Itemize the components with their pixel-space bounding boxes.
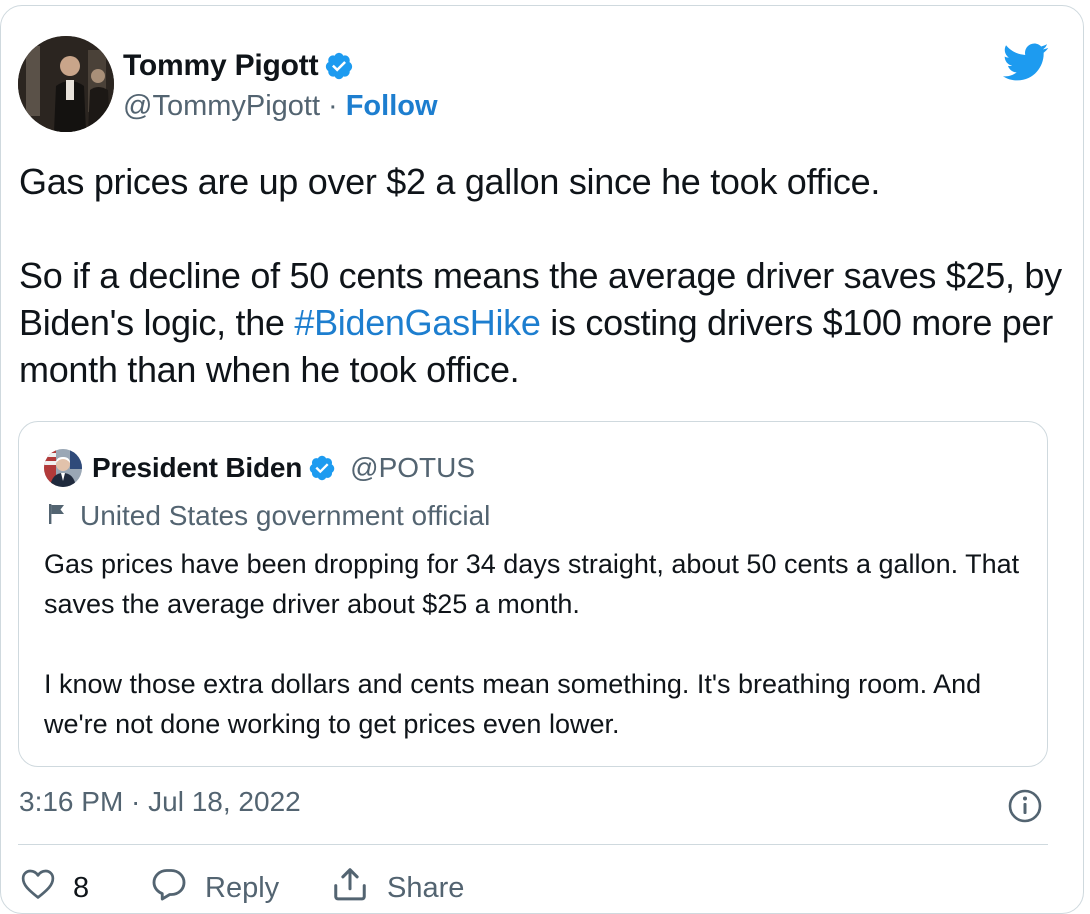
author-handle[interactable]: @TommyPigott [123,90,320,123]
quoted-tweet-text: Gas prices have been dropping for 34 day… [44,549,1020,739]
tweet-actions: 8 Reply Share [21,866,464,910]
verified-badge-icon [324,51,354,81]
author-name-row: Tommy Pigott [123,46,354,86]
quoted-tweet[interactable]: President Biden @POTUS United States gov… [18,421,1048,767]
quoted-author-name: President Biden [92,452,303,483]
quoted-author-handle: @POTUS [350,452,476,483]
government-label-row: United States government official [48,498,490,534]
like-button[interactable]: 8 [21,868,151,908]
reply-bubble-icon [151,867,187,909]
actions-divider [18,844,1048,845]
quoted-name-row: President Biden @POTUS [92,450,475,486]
info-icon[interactable] [1007,788,1043,824]
government-official-label[interactable]: United States government official [80,500,490,532]
tweet-body: Gas prices are up over $2 a gallon since… [19,158,1069,393]
hashtag-link[interactable]: #BidenGasHike [294,302,541,343]
twitter-bird-icon[interactable] [1001,42,1049,82]
heart-icon [21,868,55,908]
separator-dot: · [328,89,338,122]
verified-badge-icon [308,454,336,482]
flag-icon [48,502,66,531]
author-avatar[interactable] [18,36,114,132]
share-button[interactable]: Share [331,866,464,910]
tweet-timestamp[interactable]: 3:16 PM · Jul 18, 2022 [19,786,301,818]
author-handle-row: @TommyPigott · Follow [123,88,438,124]
reply-button[interactable]: Reply [151,867,331,909]
tweet-card: Tommy Pigott @TommyPigott · Follow Gas p… [0,5,1084,914]
share-icon [331,866,369,910]
author-name[interactable]: Tommy Pigott [123,49,319,83]
like-count: 8 [73,871,90,904]
reply-label: Reply [205,871,280,904]
share-label: Share [387,871,465,904]
quoted-author-avatar[interactable] [44,449,82,487]
follow-button[interactable]: Follow [346,90,438,123]
